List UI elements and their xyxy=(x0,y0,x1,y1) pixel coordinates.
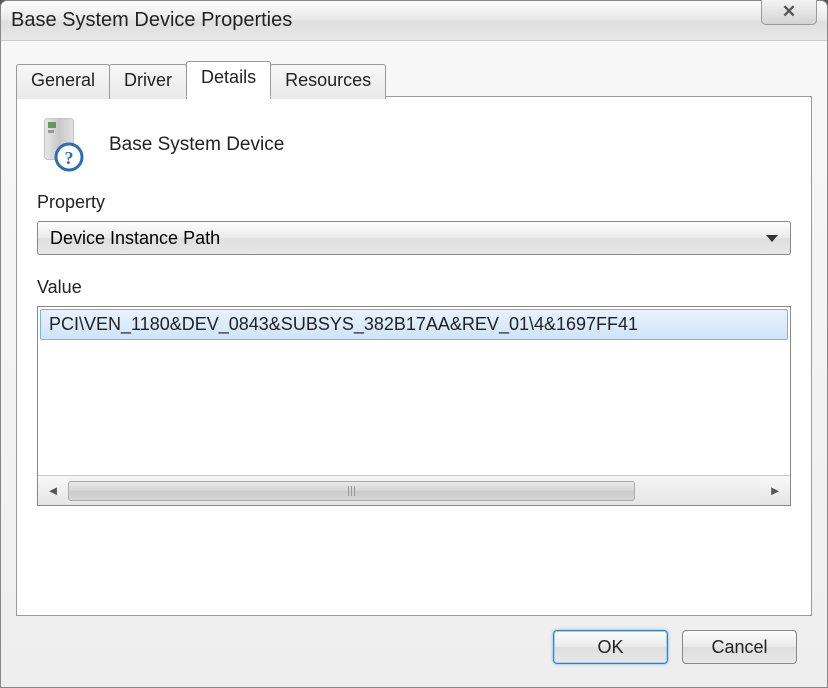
device-icon: ? xyxy=(37,117,87,172)
arrow-right-icon: ► xyxy=(769,483,782,498)
details-panel: ? Base System Device Proper xyxy=(16,96,812,616)
close-icon: ✕ xyxy=(782,2,796,22)
properties-dialog: Base System Device Properties ✕ General … xyxy=(0,0,828,688)
scroll-thumb[interactable] xyxy=(68,481,635,501)
value-item[interactable]: PCI\VEN_1180&DEV_0843&SUBSYS_382B17AA&RE… xyxy=(40,309,788,340)
ok-button[interactable]: OK xyxy=(553,630,668,664)
svg-text:?: ? xyxy=(65,148,74,168)
horizontal-scrollbar[interactable]: ◄ ► xyxy=(38,475,790,505)
scroll-grip-icon xyxy=(348,486,355,496)
scroll-right-button[interactable]: ► xyxy=(760,477,790,505)
arrow-left-icon: ◄ xyxy=(47,483,60,498)
value-listbox[interactable]: PCI\VEN_1180&DEV_0843&SUBSYS_382B17AA&RE… xyxy=(37,306,791,506)
value-label: Value xyxy=(37,277,791,298)
property-label: Property xyxy=(37,192,791,213)
property-dropdown[interactable]: Device Instance Path xyxy=(37,221,791,255)
tab-frame: General Driver Details Resources ? xyxy=(16,61,812,616)
device-header: ? Base System Device xyxy=(37,117,791,172)
device-name: Base System Device xyxy=(109,134,284,156)
titlebar: Base System Device Properties ✕ xyxy=(1,1,827,41)
chevron-down-icon xyxy=(766,235,778,242)
value-list: PCI\VEN_1180&DEV_0843&SUBSYS_382B17AA&RE… xyxy=(38,307,790,475)
tab-details[interactable]: Details xyxy=(186,61,271,97)
close-button[interactable]: ✕ xyxy=(761,0,817,25)
button-bar: OK Cancel xyxy=(16,616,812,664)
window-title: Base System Device Properties xyxy=(11,9,292,32)
property-selected: Device Instance Path xyxy=(50,228,220,249)
tab-driver[interactable]: Driver xyxy=(109,64,187,99)
tab-general[interactable]: General xyxy=(16,64,110,99)
content-area: General Driver Details Resources ? xyxy=(1,41,827,674)
tab-strip: General Driver Details Resources xyxy=(16,61,812,96)
tab-resources[interactable]: Resources xyxy=(270,64,386,99)
scroll-track[interactable] xyxy=(68,477,760,505)
cancel-button[interactable]: Cancel xyxy=(682,630,797,664)
scroll-left-button[interactable]: ◄ xyxy=(38,477,68,505)
